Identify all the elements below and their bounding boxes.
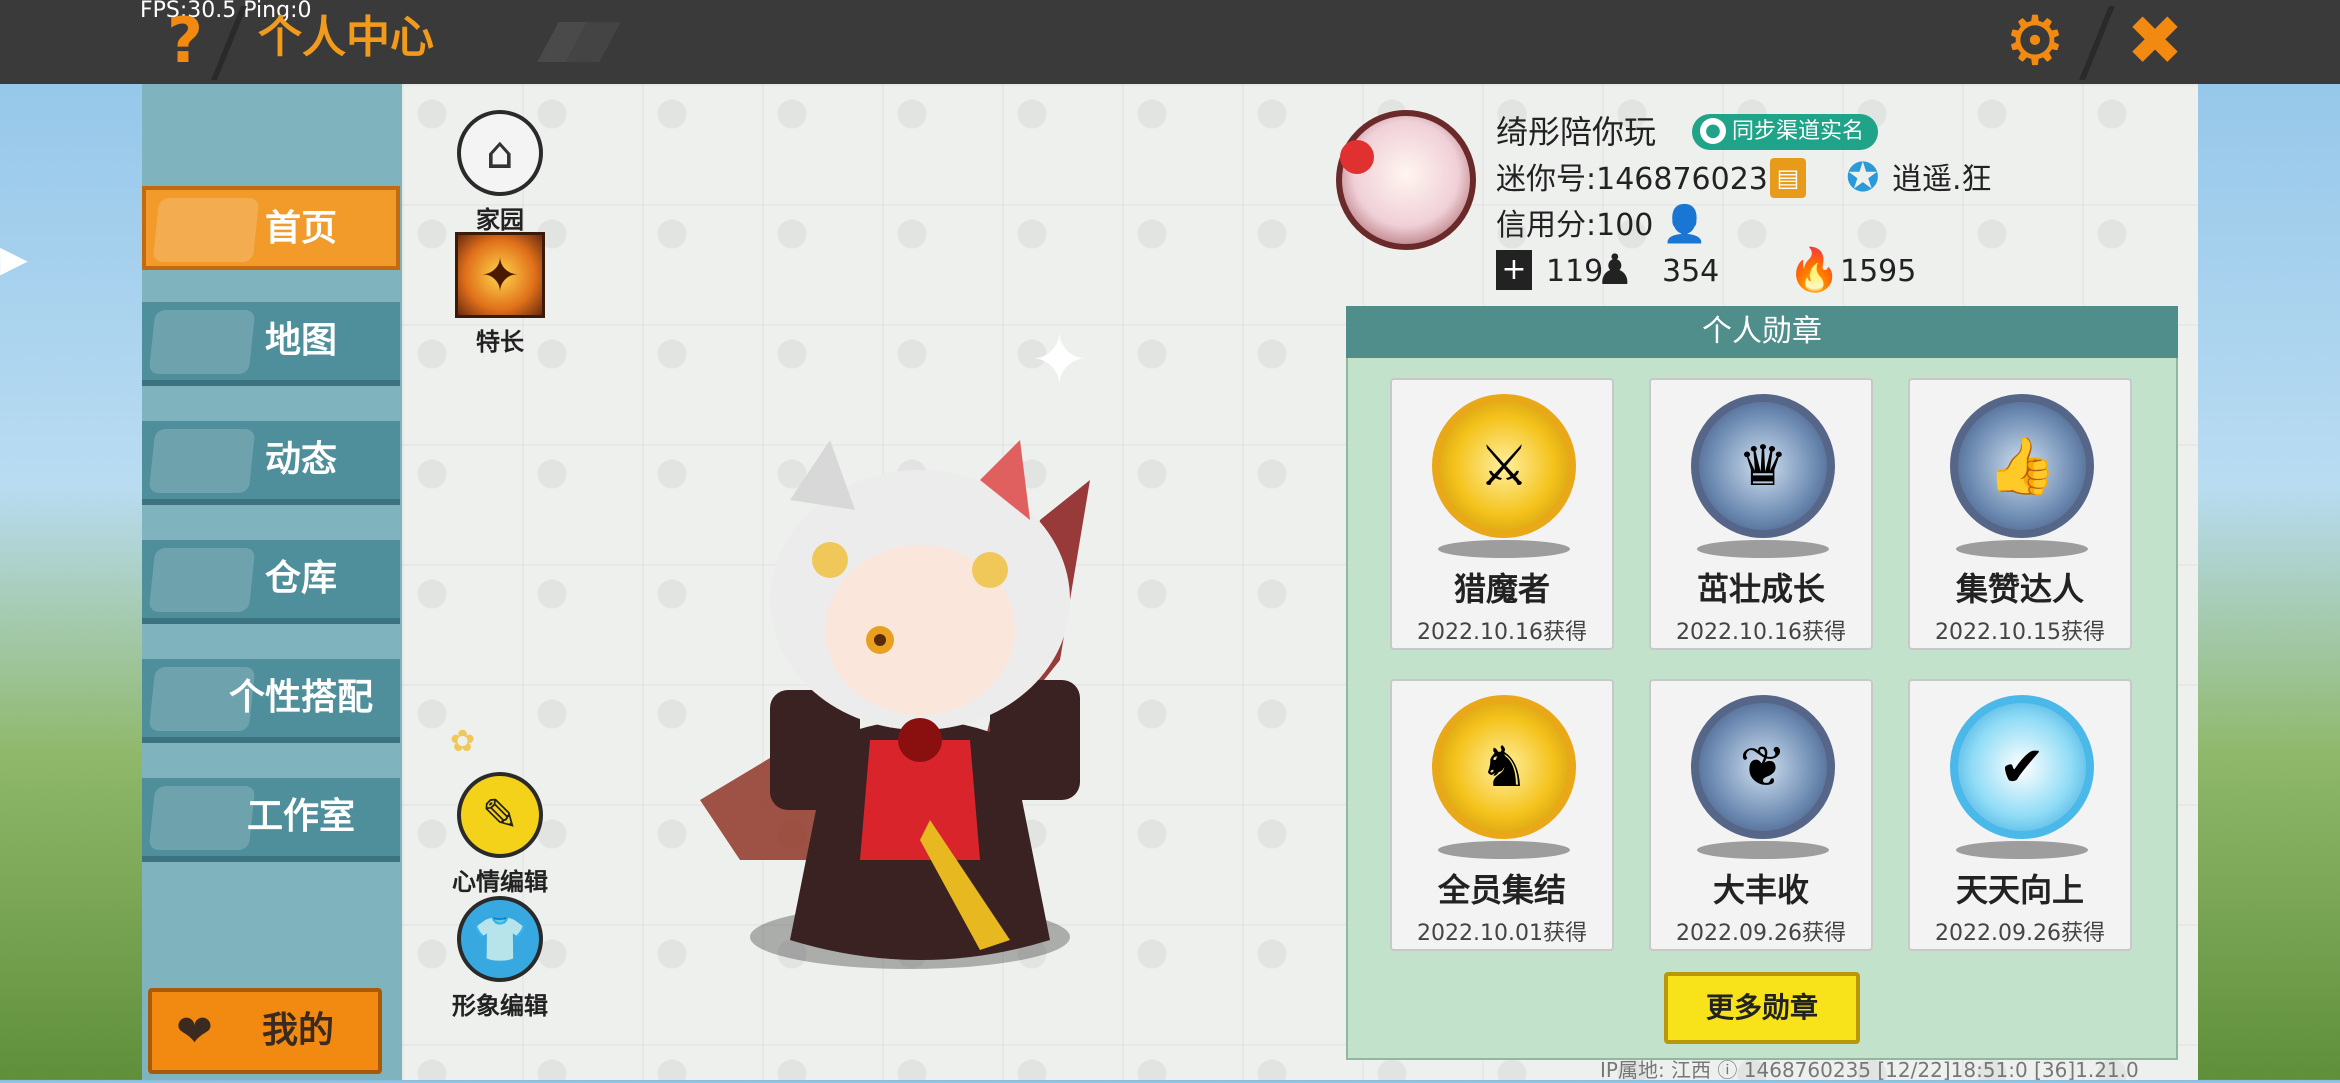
- badge-name: 全员集结: [1437, 871, 1566, 909]
- flower-icon: [1340, 140, 1374, 174]
- heart-icon: ❤: [176, 1006, 213, 1057]
- calendar-medal-icon: ✔: [1950, 695, 2094, 839]
- sidebar-item-label: 动态: [264, 439, 337, 480]
- badge-panel-title: 个人勋章: [1346, 306, 2178, 358]
- medal-pedestal: [1438, 841, 1570, 859]
- settings-button[interactable]: ⚙: [1990, 0, 2080, 84]
- nickname: 绮彤陪你玩: [1496, 113, 1657, 151]
- badge-date: 2022.10.15获得: [1935, 620, 2105, 645]
- more-badges-button[interactable]: 更多勋章: [1664, 972, 1860, 1044]
- sidebar-item-feed[interactable]: 动态: [142, 421, 400, 505]
- question-icon: ?: [167, 4, 203, 77]
- badge-date: 2022.10.01获得: [1417, 921, 1587, 946]
- close-icon: ✖: [2126, 2, 2184, 81]
- frog-king-medal-icon: ♛: [1691, 394, 1835, 538]
- sidebar-item-home[interactable]: 首页: [142, 186, 400, 270]
- badge-name: 茁壮成长: [1696, 570, 1825, 608]
- user-icon: ●: [1700, 118, 1726, 144]
- mood-edit-label: 心情编辑: [452, 868, 548, 896]
- character-avatar[interactable]: [680, 440, 1160, 980]
- medal-pedestal: [1697, 841, 1829, 859]
- sidebar-item-label: 地图: [264, 320, 337, 361]
- badge-name: 集赞达人: [1955, 570, 2084, 608]
- sync-realname-button[interactable]: ● 同步渠道实名: [1692, 114, 1879, 150]
- talent-label: 特长: [476, 328, 524, 356]
- sidebar-item-outfit[interactable]: 个性搭配: [142, 659, 400, 743]
- team-medal-icon: ♞: [1432, 695, 1576, 839]
- credit-user-icon[interactable]: 👤: [1662, 204, 1707, 246]
- fans-icon[interactable]: ♟: [1596, 246, 1648, 294]
- homeland-label: 家园: [476, 206, 524, 234]
- look-edit-button[interactable]: 👕 形象编辑: [444, 896, 556, 1021]
- badge-card[interactable]: ❦ 大丰收 2022.09.26获得: [1649, 679, 1873, 951]
- my-button-label: 我的: [262, 1010, 335, 1051]
- footer-info: IP属地: 江西 ⓘ 1468760235 [12/22]18:51:0 [36…: [1600, 1058, 2139, 1082]
- medal-pedestal: [1697, 540, 1829, 558]
- badge-date: 2022.10.16获得: [1417, 620, 1587, 645]
- gear-icon: ⚙: [2004, 2, 2066, 81]
- avatar[interactable]: [1336, 110, 1476, 250]
- sidebar-item-warehouse[interactable]: 仓库: [142, 540, 400, 624]
- badge-card[interactable]: ✔ 天天向上 2022.09.26获得: [1908, 679, 2132, 951]
- talent-button[interactable]: ✦ 特长: [450, 232, 550, 357]
- look-edit-label: 形象编辑: [452, 992, 548, 1020]
- badge-name: 天天向上: [1955, 871, 2084, 909]
- talent-icon: ✦: [455, 232, 545, 318]
- homeland-button[interactable]: ⌂ 家园: [450, 110, 550, 235]
- swords-medal-icon: ⚔: [1432, 394, 1576, 538]
- thumbs-up-medal-icon: 👍: [1950, 394, 2094, 538]
- friends-count: 119: [1546, 254, 1604, 289]
- sidebar-item-label: 个性搭配: [228, 677, 373, 718]
- sparkle-icon: ✦: [1030, 319, 1089, 401]
- rank-label: 逍遥.狂: [1892, 162, 1992, 197]
- credit-score: 信用分:100: [1496, 208, 1654, 243]
- mood-edit-button[interactable]: ✎ 心情编辑: [444, 772, 556, 897]
- fans-count: 354: [1662, 254, 1720, 289]
- add-friend-icon[interactable]: +: [1496, 250, 1532, 290]
- badge-date: 2022.09.26获得: [1676, 921, 1846, 946]
- badge-card[interactable]: ⚔ 猎魔者 2022.10.16获得: [1390, 378, 1614, 650]
- flower-icon: ✿: [450, 724, 476, 759]
- sidebar-item-label: 仓库: [264, 558, 337, 599]
- my-button[interactable]: ❤ 我的: [148, 988, 382, 1074]
- medal-pedestal: [1438, 540, 1570, 558]
- badge-card[interactable]: 👍 集赞达人 2022.10.15获得: [1908, 378, 2132, 650]
- badge-name: 猎魔者: [1453, 570, 1550, 608]
- sidebar-item-label: 工作室: [246, 796, 355, 837]
- sidebar-item-map[interactable]: 地图: [142, 302, 400, 386]
- badge-name: 大丰收: [1712, 871, 1809, 909]
- medal-pedestal: [1956, 540, 2088, 558]
- sidebar-item-studio[interactable]: 工作室: [142, 778, 400, 862]
- medal-pedestal: [1956, 841, 2088, 859]
- sidebar-item-label: 首页: [264, 208, 337, 249]
- copy-icon[interactable]: ▤: [1770, 158, 1806, 198]
- help-button[interactable]: ?: [150, 6, 220, 76]
- shirt-icon: 👕: [457, 896, 543, 982]
- badge-card[interactable]: ♛ 茁壮成长 2022.10.16获得: [1649, 378, 1873, 650]
- edit-icon: ✎: [457, 772, 543, 858]
- fire-icon[interactable]: 🔥: [1788, 246, 1840, 294]
- harvest-medal-icon: ❦: [1691, 695, 1835, 839]
- mini-id: 迷你号:1468760235: [1496, 162, 1787, 197]
- expand-arrow-icon[interactable]: ▶: [0, 220, 40, 300]
- page-title: 个人中心: [258, 12, 434, 63]
- badge-date: 2022.10.16获得: [1676, 620, 1846, 645]
- close-button[interactable]: ✖: [2110, 0, 2200, 84]
- rank-star-icon: ✪: [1846, 155, 1880, 201]
- popularity-count: 1595: [1840, 254, 1917, 289]
- sync-realname-label: 同步渠道实名: [1732, 119, 1865, 144]
- house-icon: ⌂: [457, 110, 543, 196]
- badge-date: 2022.09.26获得: [1935, 921, 2105, 946]
- badge-card[interactable]: ♞ 全员集结 2022.10.01获得: [1390, 679, 1614, 951]
